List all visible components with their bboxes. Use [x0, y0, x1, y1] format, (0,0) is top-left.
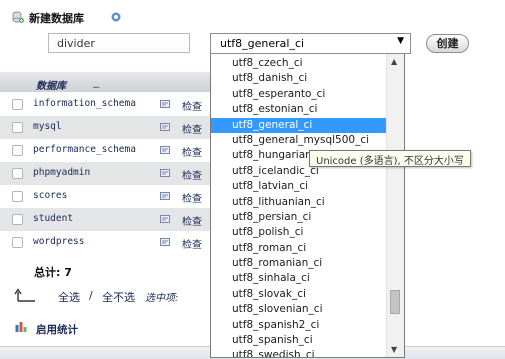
table-row: performance_schema 检查	[0, 139, 210, 162]
database-link[interactable]: phpmyadmin	[33, 167, 90, 178]
row-checkbox[interactable]	[12, 191, 23, 202]
check-privileges-link[interactable]: 检查	[182, 121, 202, 136]
table-row: student 检查	[0, 208, 210, 231]
check-privileges-link[interactable]: 检查	[182, 144, 202, 159]
collation-option[interactable]: utf8_spanish_ci	[211, 333, 387, 348]
bar-chart-icon	[15, 322, 27, 332]
collation-option[interactable]: utf8_general_mysql500_ci	[211, 133, 387, 148]
create-button[interactable]: 创建	[426, 34, 469, 53]
row-checkbox[interactable]	[12, 214, 23, 225]
create-database-title: 新建数据库	[29, 12, 84, 25]
collation-option[interactable]: utf8_swedish_ci	[211, 348, 387, 357]
collation-options: utf8_czech_ci utf8_danish_ci utf8_espera…	[211, 54, 387, 357]
table-header	[0, 72, 210, 92]
collation-selected-value: utf8_general_ci	[220, 37, 305, 50]
privileges-icon[interactable]	[160, 168, 170, 178]
collation-option[interactable]: utf8_general_ci	[211, 117, 387, 133]
database-link[interactable]: mysql	[33, 121, 62, 132]
collation-option[interactable]: utf8_latvian_ci	[211, 179, 387, 194]
table-row: wordpress 检查	[0, 231, 210, 254]
privileges-icon[interactable]	[160, 122, 170, 132]
check-privileges-link[interactable]: 检查	[182, 190, 202, 205]
row-checkbox[interactable]	[12, 145, 23, 156]
row-checkbox[interactable]	[12, 168, 23, 179]
check-all-link[interactable]: 全选	[58, 289, 80, 305]
enable-stats-link[interactable]: 启用统计	[36, 322, 78, 337]
collation-option[interactable]: utf8_esperanto_ci	[211, 87, 387, 102]
chevron-down-icon: ▼	[397, 36, 404, 46]
table-row: scores 检查	[0, 185, 210, 208]
scrollbar-thumb[interactable]	[390, 290, 400, 314]
collation-option[interactable]: utf8_danish_ci	[211, 71, 387, 86]
table-row: phpmyadmin 检查	[0, 162, 210, 185]
row-checkbox[interactable]	[12, 237, 23, 248]
collation-option[interactable]: utf8_romanian_ci	[211, 256, 387, 271]
database-column-header[interactable]: 数据库	[36, 77, 66, 92]
privileges-icon[interactable]	[160, 191, 170, 201]
sort-arrow-icon: ▁	[93, 79, 100, 88]
arrow-up-left-icon	[14, 288, 35, 302]
table-row: information_schema 检查	[0, 93, 210, 116]
database-name-input[interactable]	[48, 33, 190, 53]
scroll-up-icon[interactable]: ▲	[391, 57, 397, 66]
check-privileges-link[interactable]: 检查	[182, 213, 202, 228]
check-privileges-link[interactable]: 检查	[182, 98, 202, 113]
collation-option[interactable]: utf8_estonian_ci	[211, 102, 387, 117]
database-link[interactable]: scores	[33, 190, 67, 201]
dropdown-scrollbar[interactable]: ▲ ▼	[386, 54, 404, 357]
database-link[interactable]: student	[33, 213, 73, 224]
with-selected-label: 选中项:	[145, 293, 179, 304]
table-row: mysql 检查	[0, 116, 210, 139]
privileges-icon[interactable]	[160, 214, 170, 224]
row-checkbox[interactable]	[12, 122, 23, 133]
collation-option[interactable]: utf8_slovenian_ci	[211, 302, 387, 317]
database-total: 总计: 7	[34, 266, 72, 279]
check-privileges-link[interactable]: 检查	[182, 236, 202, 251]
collation-option[interactable]: utf8_slovak_ci	[211, 287, 387, 302]
collation-option[interactable]: utf8_czech_ci	[211, 56, 387, 71]
privileges-icon[interactable]	[160, 237, 170, 247]
collation-option[interactable]: utf8_roman_ci	[211, 241, 387, 256]
scroll-down-icon[interactable]: ▼	[391, 345, 397, 354]
privileges-icon[interactable]	[160, 145, 170, 155]
uncheck-all-link[interactable]: 全不选	[102, 289, 135, 305]
database-link[interactable]: performance_schema	[33, 144, 136, 155]
database-new-icon	[12, 11, 24, 23]
collation-dropdown-list[interactable]: utf8_czech_ci utf8_danish_ci utf8_espera…	[210, 54, 405, 358]
collation-tooltip: Unicode (多语言), 不区分大小写	[309, 150, 471, 167]
database-link[interactable]: information_schema	[33, 98, 136, 109]
privileges-icon[interactable]	[160, 99, 170, 109]
separator: /	[89, 289, 93, 302]
check-privileges-link[interactable]: 检查	[182, 167, 202, 182]
collation-option[interactable]: utf8_spanish2_ci	[211, 318, 387, 333]
collation-option[interactable]: utf8_polish_ci	[211, 225, 387, 240]
collation-select[interactable]: utf8_general_ci ▼	[210, 33, 411, 54]
collation-option[interactable]: utf8_sinhala_ci	[211, 271, 387, 286]
database-link[interactable]: wordpress	[33, 236, 84, 247]
collation-option[interactable]: utf8_persian_ci	[211, 210, 387, 225]
row-checkbox[interactable]	[12, 99, 23, 110]
collation-option[interactable]: utf8_lithuanian_ci	[211, 195, 387, 210]
help-icon[interactable]	[111, 12, 121, 22]
